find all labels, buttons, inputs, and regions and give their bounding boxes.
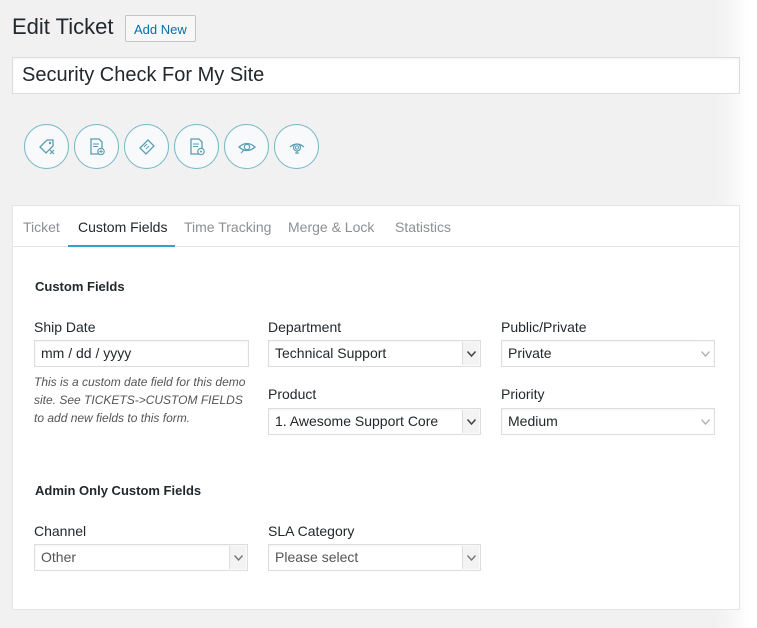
active-tab-indicator xyxy=(68,245,175,247)
admin-fields-heading: Admin Only Custom Fields xyxy=(35,483,202,498)
sla-category-label: SLA Category xyxy=(268,523,355,539)
tab-statistics[interactable]: Statistics xyxy=(395,219,451,235)
department-select[interactable]: Technical Support xyxy=(268,340,481,367)
ticket-action-toolbar xyxy=(24,124,319,169)
ship-date-label: Ship Date xyxy=(34,319,96,335)
public-private-select[interactable]: Private xyxy=(501,340,715,367)
document-settings-icon xyxy=(189,137,205,155)
department-label: Department xyxy=(268,319,342,335)
priority-value: Medium xyxy=(508,413,558,429)
tab-custom-fields[interactable]: Custom Fields xyxy=(78,219,167,235)
page-title: Edit Ticket xyxy=(12,14,114,39)
sla-category-select[interactable]: Please select xyxy=(268,544,481,571)
ticket-icon xyxy=(138,138,155,155)
eye-icon xyxy=(237,142,256,153)
product-value: 1. Awesome Support Core xyxy=(275,413,439,429)
chevron-down-icon xyxy=(229,546,246,569)
add-new-button[interactable]: Add New xyxy=(125,15,196,42)
chevron-down-icon xyxy=(462,546,479,569)
document-settings-button[interactable] xyxy=(174,124,219,169)
product-label: Product xyxy=(268,386,317,402)
tab-ticket[interactable]: Ticket xyxy=(23,219,60,235)
department-value: Technical Support xyxy=(275,345,387,361)
fingerprint-icon xyxy=(289,142,304,154)
chevron-down-icon xyxy=(462,410,479,433)
document-add-icon xyxy=(89,137,105,155)
ship-date-input[interactable]: mm / dd / yyyy xyxy=(34,340,249,367)
priority-select[interactable]: Medium xyxy=(501,408,715,435)
view-button[interactable] xyxy=(224,124,269,169)
ship-date-placeholder: mm / dd / yyyy xyxy=(41,345,132,361)
ticket-details-panel: Ticket Custom Fields Time Tracking Merge… xyxy=(12,205,740,610)
chevron-down-icon xyxy=(462,342,479,365)
product-select[interactable]: 1. Awesome Support Core xyxy=(268,408,481,435)
ticket-title-input[interactable]: Security Check For My Site xyxy=(12,57,740,94)
ship-date-help-text: This is a custom date field for this dem… xyxy=(34,375,246,425)
tab-bar: Ticket Custom Fields Time Tracking Merge… xyxy=(13,206,739,247)
chevron-down-icon xyxy=(697,410,713,433)
custom-fields-heading: Custom Fields xyxy=(35,279,125,294)
fingerprint-button[interactable] xyxy=(274,124,319,169)
chevron-down-icon xyxy=(697,342,713,365)
channel-label: Channel xyxy=(34,523,87,539)
ticket-button[interactable] xyxy=(124,124,169,169)
public-private-label: Public/Private xyxy=(501,319,587,335)
tag-icon xyxy=(38,138,54,154)
tag-button[interactable] xyxy=(24,124,69,169)
priority-label: Priority xyxy=(501,386,545,402)
channel-value: Other xyxy=(41,549,77,565)
sla-category-value: Please select xyxy=(275,549,359,565)
tab-time-tracking[interactable]: Time Tracking xyxy=(184,219,271,235)
add-document-button[interactable] xyxy=(74,124,119,169)
channel-select[interactable]: Other xyxy=(34,544,248,571)
tab-merge-lock[interactable]: Merge & Lock xyxy=(288,219,374,235)
public-private-value: Private xyxy=(508,345,552,361)
